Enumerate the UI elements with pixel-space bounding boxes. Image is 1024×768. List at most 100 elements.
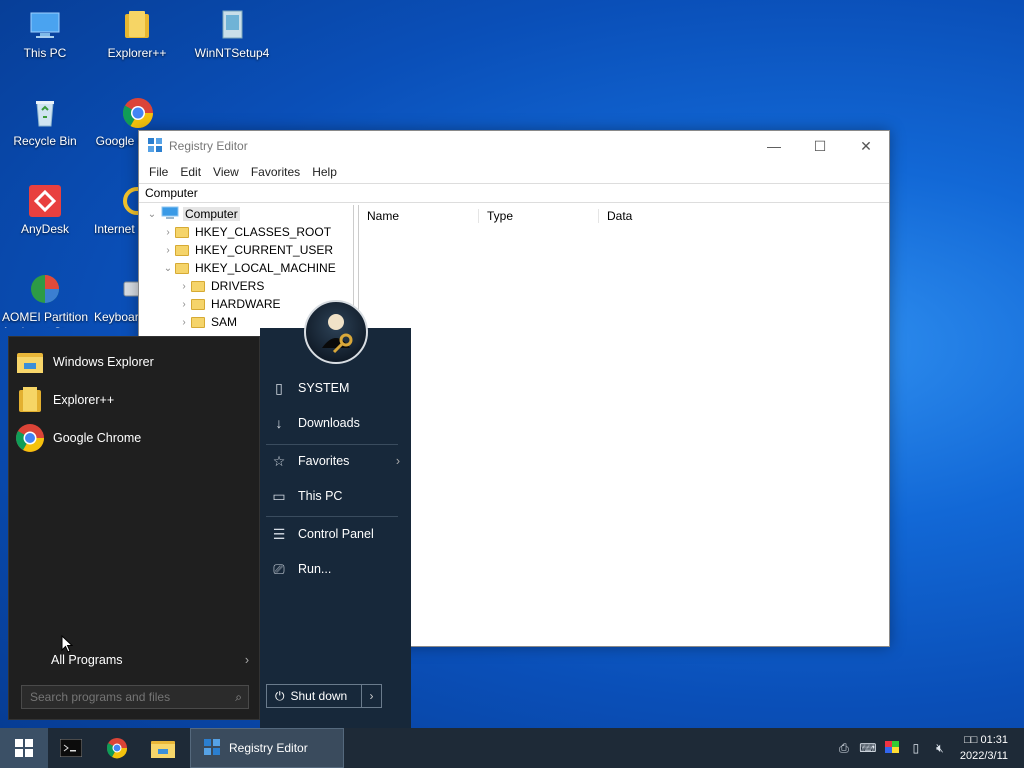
separator xyxy=(266,516,398,517)
menu-favorites[interactable]: Favorites xyxy=(245,165,306,179)
chevron-right-icon[interactable]: › xyxy=(177,281,191,292)
desktop-icon-keyboard[interactable]: Keyboard xyxy=(92,272,138,325)
tree-node-hklm[interactable]: ⌄ HKEY_LOCAL_MACHINE xyxy=(139,259,353,277)
start-button[interactable] xyxy=(0,728,48,768)
chevron-right-icon: › xyxy=(244,653,249,667)
volume-muted-icon[interactable]: 🔇︎ xyxy=(928,741,952,756)
chevron-right-icon[interactable]: › xyxy=(161,227,175,238)
monitor-icon xyxy=(28,8,62,42)
clock-date: 2022/3/11 xyxy=(959,750,1008,762)
folder-icon xyxy=(15,385,45,415)
desktop-icon-recycle-bin[interactable]: Recycle Bin xyxy=(0,96,90,149)
folder-icon xyxy=(151,741,175,758)
menu-edit[interactable]: Edit xyxy=(174,165,207,179)
chrome-icon xyxy=(121,96,155,130)
start-item-downloads[interactable]: ↓ Downloads xyxy=(268,409,400,437)
search-icon[interactable]: ⌕ xyxy=(235,690,242,705)
system-clock[interactable]: □□ 01:31 2022/3/11 xyxy=(952,732,1024,764)
desktop-icon-label: Recycle Bin xyxy=(13,134,77,148)
tree-node-label: HKEY_CURRENT_USER xyxy=(195,243,334,257)
usb-drive-icon[interactable]: ▯ xyxy=(904,741,928,755)
start-item-system[interactable]: ▯ SYSTEM xyxy=(268,374,400,402)
shutdown-button[interactable]: ⏻ Shut down xyxy=(266,684,362,708)
start-program-chrome[interactable]: Google Chrome xyxy=(9,419,259,457)
desktop-icon-label: This PC xyxy=(23,46,67,60)
desktop-icon-this-pc[interactable]: This PC xyxy=(0,8,90,61)
tree-node-label: DRIVERS xyxy=(211,279,265,293)
start-program-windows-explorer[interactable]: Windows Explorer xyxy=(9,343,259,381)
desktop-icon-explorerpp[interactable]: Explorer++ xyxy=(92,8,182,61)
window-titlebar[interactable]: Registry Editor — ☐ ✕ xyxy=(139,131,889,161)
all-programs-button[interactable]: All Programs › xyxy=(9,648,259,672)
control-panel-icon: ☰ xyxy=(272,525,286,542)
tree-node-label: HKEY_CLASSES_ROOT xyxy=(195,225,332,239)
start-item-favorites[interactable]: ☆ Favorites › xyxy=(268,447,400,475)
chevron-down-icon[interactable]: ⌄ xyxy=(145,209,159,220)
desktop-icon-label: Internet Explorer xyxy=(94,222,138,236)
minimize-icon: — xyxy=(767,138,781,154)
clock-time: 01:31 xyxy=(980,734,1008,746)
folder-icon: ▯ xyxy=(275,379,283,396)
desktop-icon-label: Keyboard xyxy=(94,310,138,324)
start-item-control-panel[interactable]: ☰ Control Panel xyxy=(268,520,400,548)
chevron-right-icon[interactable]: › xyxy=(161,245,175,256)
shutdown-options-button[interactable]: › xyxy=(362,684,382,708)
folder-icon xyxy=(191,316,205,328)
folder-icon xyxy=(191,280,205,292)
column-header-data[interactable]: Data xyxy=(599,209,719,223)
minimize-button[interactable]: — xyxy=(751,131,797,161)
display-color-icon[interactable] xyxy=(880,740,904,756)
chrome-icon xyxy=(106,738,128,759)
user-key-icon xyxy=(322,314,353,354)
close-button[interactable]: ✕ xyxy=(843,131,889,161)
values-pane[interactable]: Name Type Data xyxy=(358,205,889,646)
folder-icon xyxy=(120,8,154,42)
search-input[interactable] xyxy=(30,690,216,704)
start-item-run[interactable]: ⎚ Run... xyxy=(268,555,400,583)
tree-node-label: SAM xyxy=(211,315,238,329)
program-label: Google Chrome xyxy=(53,431,142,445)
start-item-this-pc[interactable]: ▭ This PC xyxy=(268,482,400,510)
tree-node-label: HARDWARE xyxy=(211,297,281,311)
desktop-icon-internet-explorer[interactable]: Internet Explorer xyxy=(92,184,138,237)
address-bar[interactable]: Computer xyxy=(139,183,889,203)
taskbar-cmd[interactable] xyxy=(48,728,94,768)
taskbar-chrome[interactable] xyxy=(94,728,140,768)
menu-help[interactable]: Help xyxy=(306,165,343,179)
chevron-down-icon[interactable]: ⌄ xyxy=(161,263,175,274)
tree-node-hkcu[interactable]: › HKEY_CURRENT_USER xyxy=(139,241,353,259)
tree-node-drivers[interactable]: › DRIVERS xyxy=(139,277,353,295)
folder-icon xyxy=(175,226,189,238)
keyboard-icon[interactable]: ⌨ xyxy=(856,741,880,755)
start-item-label: Run... xyxy=(298,562,332,576)
desktop-icon-anydesk[interactable]: AnyDesk xyxy=(0,184,90,237)
column-header-name[interactable]: Name xyxy=(359,209,479,223)
user-avatar[interactable] xyxy=(304,300,368,364)
taskbar-registry-editor[interactable]: Registry Editor xyxy=(190,728,344,768)
close-icon: ✕ xyxy=(860,137,872,154)
desktop-icon-label: Explorer++ xyxy=(107,46,167,60)
start-program-explorerpp[interactable]: Explorer++ xyxy=(9,381,259,419)
shutdown-button-group: ⏻ Shut down › xyxy=(266,684,382,708)
menu-bar: File Edit View Favorites Help xyxy=(139,161,889,183)
desktop-icon-winntsetup[interactable]: WinNTSetup4 xyxy=(187,8,277,61)
terminal-icon xyxy=(60,739,82,757)
anydesk-icon xyxy=(28,184,62,218)
search-box[interactable]: ⌕ xyxy=(21,685,249,709)
chevron-right-icon: › xyxy=(395,454,400,468)
chevron-right-icon[interactable]: › xyxy=(177,317,191,328)
column-header-type[interactable]: Type xyxy=(479,209,599,223)
menu-file[interactable]: File xyxy=(143,165,174,179)
program-label: Explorer++ xyxy=(53,393,115,407)
folder-icon xyxy=(191,298,205,310)
tree-node-hkcr[interactable]: › HKEY_CLASSES_ROOT xyxy=(139,223,353,241)
tree-node-computer[interactable]: ⌄ Computer xyxy=(139,205,353,223)
taskbar-file-explorer[interactable] xyxy=(140,728,186,768)
chevron-right-icon[interactable]: › xyxy=(177,299,191,310)
network-icon[interactable]: ⎙ xyxy=(832,741,856,756)
desktop-icon-aomei[interactable]: AOMEI Partition Assistant Stan... xyxy=(0,272,90,328)
maximize-button[interactable]: ☐ xyxy=(797,131,843,161)
mouse-cursor-icon xyxy=(61,634,74,656)
menu-view[interactable]: View xyxy=(207,165,245,179)
chrome-icon xyxy=(15,423,45,453)
